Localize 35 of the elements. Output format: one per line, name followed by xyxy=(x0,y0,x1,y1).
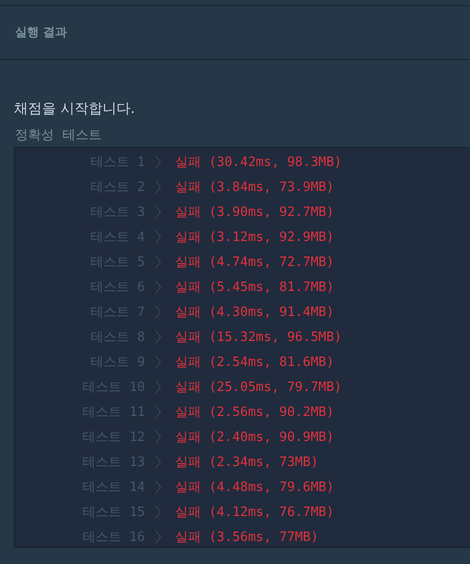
chevron-icon xyxy=(155,480,161,494)
chevron-icon xyxy=(155,504,161,518)
test-result: 실패 (2.54ms, 81.6MB) xyxy=(175,354,334,370)
panel-title: 실행 결과 xyxy=(15,24,68,41)
chevron-icon xyxy=(155,254,161,268)
test-result: 실패 (3.56ms, 77MB) xyxy=(175,528,318,546)
test-result: 실패 (2.40ms, 90.9MB) xyxy=(175,428,334,446)
chevron-icon xyxy=(155,354,161,368)
chevron-icon xyxy=(155,180,161,194)
test-result: 실패 (2.56ms, 90.2MB) xyxy=(175,404,334,420)
test-result: 실패 (2.34ms, 73MB) xyxy=(175,454,318,470)
chevron-icon xyxy=(155,330,161,344)
chevron-icon xyxy=(155,454,161,468)
test-result: 실패 (3.84ms, 73.9MB) xyxy=(175,178,334,196)
test-result: 실패 (5.45ms, 81.7MB) xyxy=(175,278,334,296)
test-result: 실패 (3.12ms, 92.9MB) xyxy=(175,228,334,246)
chevron-icon xyxy=(155,530,161,544)
chevron-icon xyxy=(155,304,161,318)
test-result: 실패 (4.48ms, 79.6MB) xyxy=(175,478,334,496)
test-result: 실패 (4.12ms, 76.7MB) xyxy=(175,504,334,520)
chevron-icon xyxy=(155,430,161,444)
test-result: 실패 (30.42ms, 98.3MB) xyxy=(175,154,342,170)
chevron-icon xyxy=(155,154,161,168)
test-result: 실패 (15.32ms, 96.5MB) xyxy=(175,328,342,346)
test-result: 실패 (4.30ms, 91.4MB) xyxy=(175,304,334,320)
chevron-icon xyxy=(155,204,161,218)
chevron-icon xyxy=(155,280,161,294)
chevron-icon xyxy=(155,230,161,244)
test-result: 실패 (4.74ms, 72.7MB) xyxy=(175,254,334,270)
section-label: 정확성 테스트 xyxy=(15,128,102,144)
chevron-icon xyxy=(155,404,161,418)
test-result: 실패 (3.90ms, 92.7MB) xyxy=(175,204,334,220)
chevron-icon xyxy=(155,380,161,394)
test-result: 실패 (25.05ms, 79.7MB) xyxy=(175,378,342,396)
status-message: 채점을 시작합니다. xyxy=(14,100,136,118)
